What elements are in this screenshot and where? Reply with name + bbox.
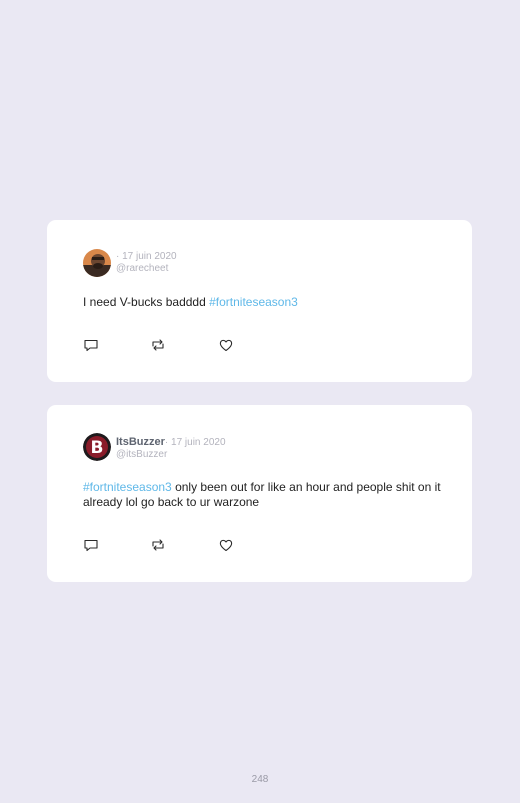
reply-icon — [84, 339, 98, 352]
svg-text:B: B — [91, 438, 104, 458]
tweet-date: · 17 juin 2020 — [116, 251, 177, 262]
tweet-date: · 17 juin 2020 — [164, 437, 226, 448]
retweet-icon — [152, 539, 164, 551]
like-icon — [219, 339, 233, 352]
reply-icon — [84, 539, 98, 552]
tweet-meta: · 17 juin 2020 @rarecheet — [116, 249, 177, 275]
like-button[interactable] — [218, 337, 234, 353]
tweet-meta: ItsBuzzer· 17 juin 2020 @itsBuzzer — [116, 435, 226, 461]
avatar[interactable] — [83, 249, 111, 277]
avatar[interactable]: B — [83, 433, 111, 461]
retweet-button[interactable] — [150, 337, 166, 353]
tweet-text: #fortniteseason3 only been out for like … — [83, 480, 442, 510]
like-button[interactable] — [218, 537, 234, 553]
page-number: 248 — [251, 774, 269, 785]
tweet-card: · 17 juin 2020 @rarecheet I need V-bucks… — [47, 220, 472, 382]
author-name[interactable]: ItsBuzzer — [116, 436, 165, 448]
reply-button[interactable] — [83, 537, 99, 553]
retweet-icon — [152, 339, 164, 351]
retweet-button[interactable] — [150, 537, 166, 553]
author-handle[interactable]: @rarecheet — [116, 263, 177, 275]
hashtag-link[interactable]: #fortniteseason3 — [83, 480, 172, 494]
tweet-text: I need V-bucks badddd #fortniteseason3 — [83, 295, 442, 310]
tweet-card: B ItsBuzzer· 17 juin 2020 @itsBuzzer #fo… — [47, 405, 472, 582]
author-handle[interactable]: @itsBuzzer — [116, 449, 226, 461]
tweet-text-body: I need V-bucks badddd — [83, 295, 210, 309]
user-photo-avatar-icon — [83, 249, 111, 277]
logo-b-avatar-icon: B — [83, 433, 111, 461]
like-icon — [219, 539, 233, 552]
reply-button[interactable] — [83, 337, 99, 353]
hashtag-link[interactable]: #fortniteseason3 — [209, 295, 298, 309]
